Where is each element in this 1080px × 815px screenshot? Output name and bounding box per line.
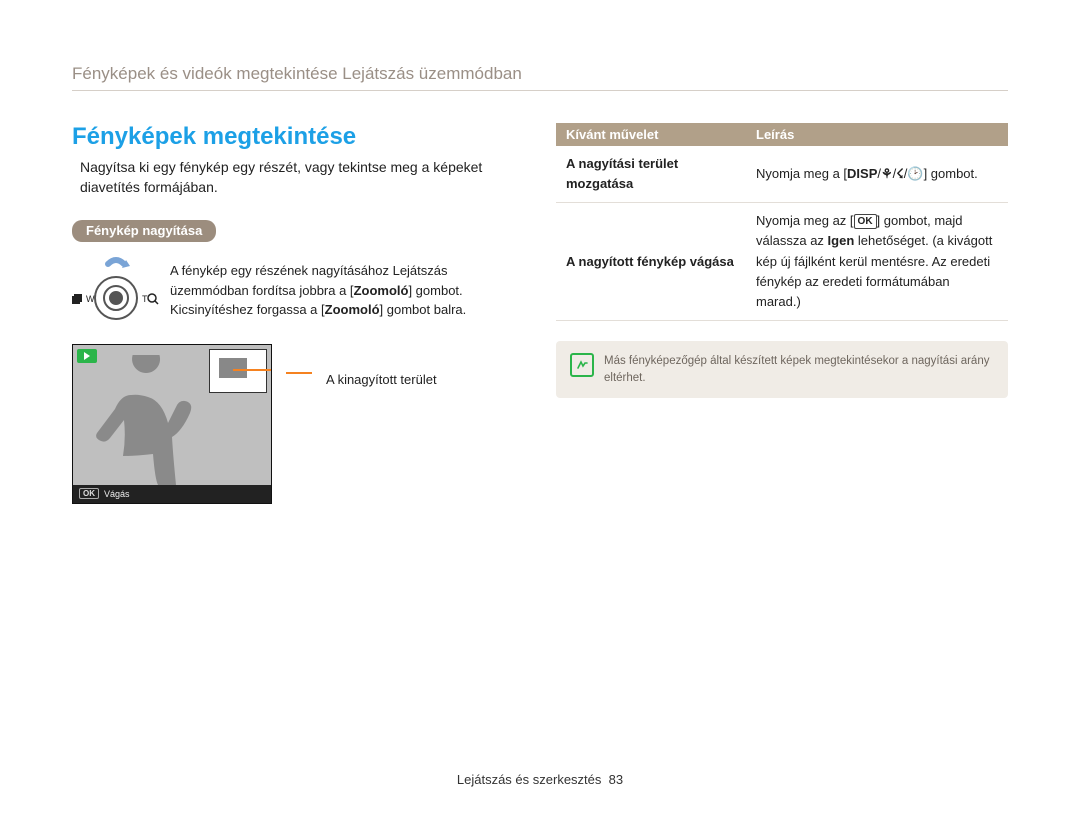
op-move-zoom-desc: Nyomja meg a [DISP/⚘/☇/🕑] gombot. (746, 146, 1008, 203)
subsection-pill: Fénykép nagyítása (72, 220, 216, 242)
preview-row: OK Vágás A kinagyított terület (72, 344, 522, 504)
zoom-instruction: A fénykép egy részének nagyításához Lejá… (170, 261, 522, 320)
manual-page: Fényképek és videók megtekintése Lejátsz… (0, 0, 1080, 815)
note-box: Más fényképezőgép által készített képek … (556, 341, 1008, 398)
operations-table: Kívánt művelet Leírás A nagyítási terüle… (556, 123, 1008, 321)
left-column: Fényképek megtekintése Nagyítsa ki egy f… (72, 123, 522, 504)
ok-badge: OK (79, 488, 99, 499)
table-header-row: Kívánt művelet Leírás (556, 123, 1008, 146)
th-description: Leírás (746, 123, 1008, 146)
section-title: Fényképek megtekintése (72, 123, 522, 151)
page-footer: Lejátszás és szerkesztés 83 (0, 772, 1080, 787)
leader-line-ext (286, 372, 312, 374)
op-crop-zoomed: A nagyított fénykép vágása (556, 203, 746, 321)
dial-w-label: W (86, 294, 95, 304)
op-move-zoom-area: A nagyítási terület mozgatása (556, 146, 746, 203)
crop-label: Vágás (104, 489, 130, 499)
photo-silhouette (91, 355, 211, 485)
disp-button-glyph: DISP (847, 164, 877, 184)
ok-button-glyph: OK (854, 214, 877, 229)
preview-bottom-bar: OK Vágás (73, 485, 271, 503)
note-text: Más fényképezőgép által készített képek … (604, 353, 994, 386)
timer-icon: 🕑 (907, 164, 923, 184)
macro-icon: ⚘ (881, 164, 893, 184)
zoom-dial-icon: W T (72, 256, 160, 326)
zoom-row: W T A fénykép egy részének nagyításához … (72, 256, 522, 326)
table-row: A nagyítási terület mozgatása Nyomja meg… (556, 146, 1008, 203)
right-column: Kívánt művelet Leírás A nagyítási terüle… (556, 123, 1008, 504)
dial-t-label: T (142, 294, 148, 304)
content-columns: Fényképek megtekintése Nagyítsa ki egy f… (72, 123, 1008, 504)
leader-line (233, 369, 271, 371)
flash-icon: ☇ (896, 164, 903, 184)
minimap-caption: A kinagyított terület (326, 372, 437, 387)
intro-text: Nagyítsa ki egy fénykép egy részét, vagy… (80, 157, 522, 198)
op-crop-zoomed-desc: Nyomja meg az [OK] gombot, majd válassza… (746, 203, 1008, 321)
zoom-region-box (219, 358, 247, 378)
zoom-minimap (209, 349, 267, 393)
note-icon (570, 353, 594, 377)
preview-screen: OK Vágás (72, 344, 272, 504)
page-header: Fényképek és videók megtekintése Lejátsz… (72, 64, 1008, 91)
th-operation: Kívánt művelet (556, 123, 746, 146)
table-row: A nagyított fénykép vágása Nyomja meg az… (556, 203, 1008, 321)
